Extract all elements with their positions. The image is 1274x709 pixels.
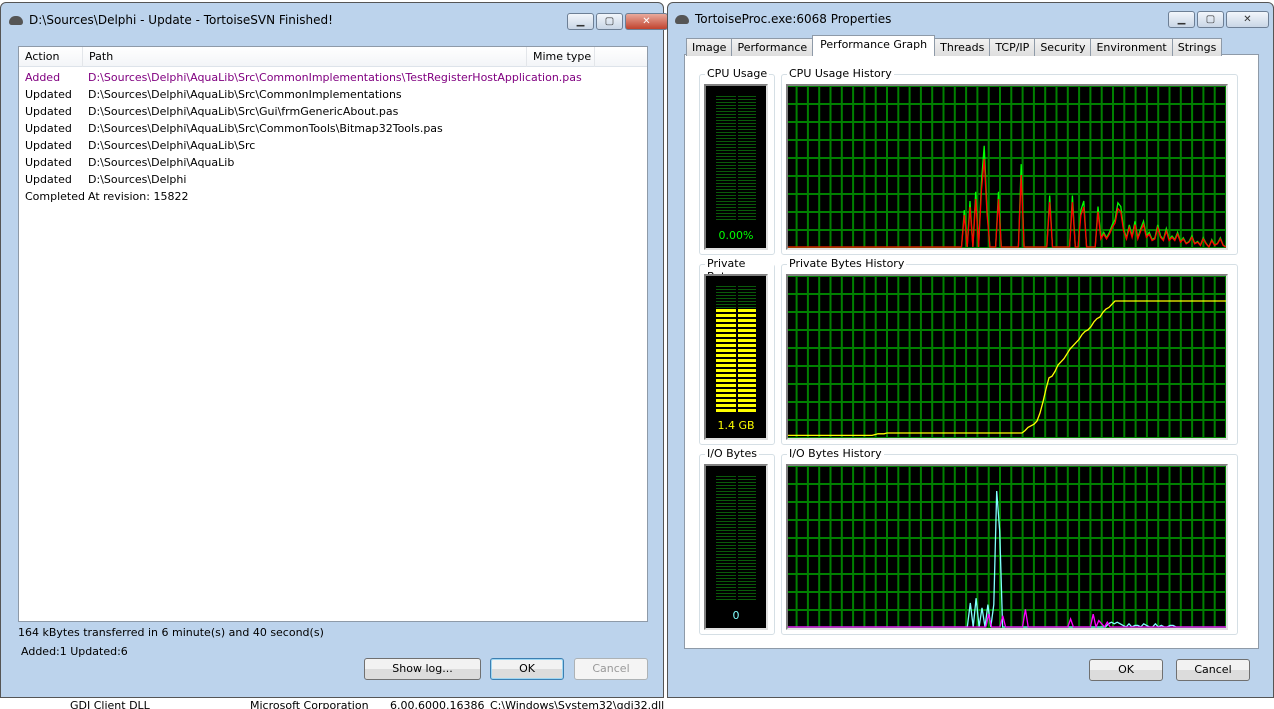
private_bytes-history-graph xyxy=(786,274,1228,440)
tab-strip: Image Performance Performance Graph Threads… xyxy=(686,35,1223,56)
bg-version: 6.00.6000.16386 xyxy=(390,699,485,709)
tab-environment[interactable]: Environment xyxy=(1090,38,1173,56)
row-action: Added xyxy=(25,71,61,84)
minimize-button[interactable]: ▁ xyxy=(567,13,594,30)
properties-window-controls: ▁ ▢ ✕ xyxy=(1168,11,1269,28)
tab-image[interactable]: Image xyxy=(686,38,733,56)
tab-strings[interactable]: Strings xyxy=(1171,38,1223,56)
properties-ok-button[interactable]: OK xyxy=(1089,659,1163,681)
io-history-graph xyxy=(786,464,1228,630)
io-meter-label: I/O Bytes xyxy=(705,447,759,460)
tab-tcp-ip[interactable]: TCP/IP xyxy=(989,38,1036,56)
row-path: D:\Sources\Delphi\AquaLib\Src\CommonImpl… xyxy=(88,88,402,101)
summary-status: Added:1 Updated:6 xyxy=(21,645,128,658)
bg-description: GDI Client DLL xyxy=(70,699,150,709)
io-value: 0 xyxy=(732,609,740,622)
cpu-history-svg xyxy=(788,86,1226,248)
maximize-button[interactable]: ▢ xyxy=(596,13,623,30)
properties-cancel-button[interactable]: Cancel xyxy=(1176,659,1250,681)
cpu-history-label: CPU Usage History xyxy=(787,67,894,80)
bg-company: Microsoft Corporation xyxy=(250,699,369,709)
transfer-status: 164 kBytes transferred in 6 minute(s) an… xyxy=(18,626,324,639)
row-path: At revision: 15822 xyxy=(88,190,189,203)
window-controls: ▁ ▢ ✕ xyxy=(567,13,668,30)
update-window: D:\Sources\Delphi - Update - TortoiseSVN… xyxy=(0,2,668,698)
row-action: Updated xyxy=(25,173,72,186)
row-action: Completed xyxy=(25,190,85,203)
background-process-row: GDI Client DLL Microsoft Corporation 6.0… xyxy=(0,699,668,709)
update-list[interactable]: Action Path Mime type Added D:\Sources\De… xyxy=(18,46,648,622)
cpu-history-graph xyxy=(786,84,1228,250)
bg-path: C:\Windows\System32\gdi32.dll xyxy=(490,699,665,709)
properties-titlebar: TortoiseProc.exe:6068 Properties xyxy=(675,12,891,26)
private_bytes-meter: 1.4 GB xyxy=(704,274,768,440)
private_bytes-value: 1.4 GB xyxy=(717,419,755,432)
row-action: Updated xyxy=(25,122,72,135)
column-mime-type[interactable]: Mime type xyxy=(527,47,595,67)
row-path: D:\Sources\Delphi\AquaLib\Src\CommonImpl… xyxy=(88,71,582,84)
window-title: D:\Sources\Delphi - Update - TortoiseSVN… xyxy=(29,13,333,27)
row-path: D:\Sources\Delphi\AquaLib\Src\Gui\frmGen… xyxy=(88,105,399,118)
maximize-button[interactable]: ▢ xyxy=(1197,11,1224,28)
private_bytes-history-label: Private Bytes History xyxy=(787,257,907,270)
tab-security[interactable]: Security xyxy=(1034,38,1092,56)
cpu-value: 0.00% xyxy=(718,229,754,242)
cpu-meter-bars xyxy=(716,96,756,222)
tab-performance[interactable]: Performance xyxy=(731,38,814,56)
private_bytes-meter-bars xyxy=(716,286,756,412)
row-action: Updated xyxy=(25,156,72,169)
tab-performance-graph[interactable]: Performance Graph xyxy=(812,35,936,56)
tab-threads[interactable]: Threads xyxy=(934,38,991,56)
private_bytes-meter-fill xyxy=(716,308,756,412)
close-button[interactable]: ✕ xyxy=(625,13,668,30)
close-button[interactable]: ✕ xyxy=(1226,11,1269,28)
io-history-svg xyxy=(788,466,1226,628)
tortoise-icon xyxy=(9,15,23,25)
list-header: Action Path Mime type xyxy=(19,47,647,67)
update-window-titlebar: D:\Sources\Delphi - Update - TortoiseSVN… xyxy=(9,13,333,27)
row-action: Updated xyxy=(25,88,72,101)
cpu-meter-label: CPU Usage xyxy=(705,67,770,80)
row-path: D:\Sources\Delphi\AquaLib\Src xyxy=(88,139,256,152)
private_bytes-history-svg xyxy=(788,276,1226,438)
io-history-label: I/O Bytes History xyxy=(787,447,884,460)
io-meter: 0 xyxy=(704,464,768,630)
properties-title: TortoiseProc.exe:6068 Properties xyxy=(695,12,892,26)
io-meter-bars xyxy=(716,476,756,602)
row-action: Updated xyxy=(25,139,72,152)
cpu-meter: 0.00% xyxy=(704,84,768,250)
column-path[interactable]: Path xyxy=(83,47,527,67)
row-path: D:\Sources\Delphi\AquaLib\Src\CommonTool… xyxy=(88,122,443,135)
show-log-button[interactable]: Show log... xyxy=(364,658,481,680)
minimize-button[interactable]: ▁ xyxy=(1168,11,1195,28)
row-path: D:\Sources\Delphi\AquaLib xyxy=(88,156,235,169)
row-action: Updated xyxy=(25,105,72,118)
tortoise-icon xyxy=(675,14,689,24)
row-path: D:\Sources\Delphi xyxy=(88,173,187,186)
cancel-button[interactable]: Cancel xyxy=(574,658,648,680)
column-action[interactable]: Action xyxy=(19,47,83,67)
ok-button[interactable]: OK xyxy=(490,658,564,680)
